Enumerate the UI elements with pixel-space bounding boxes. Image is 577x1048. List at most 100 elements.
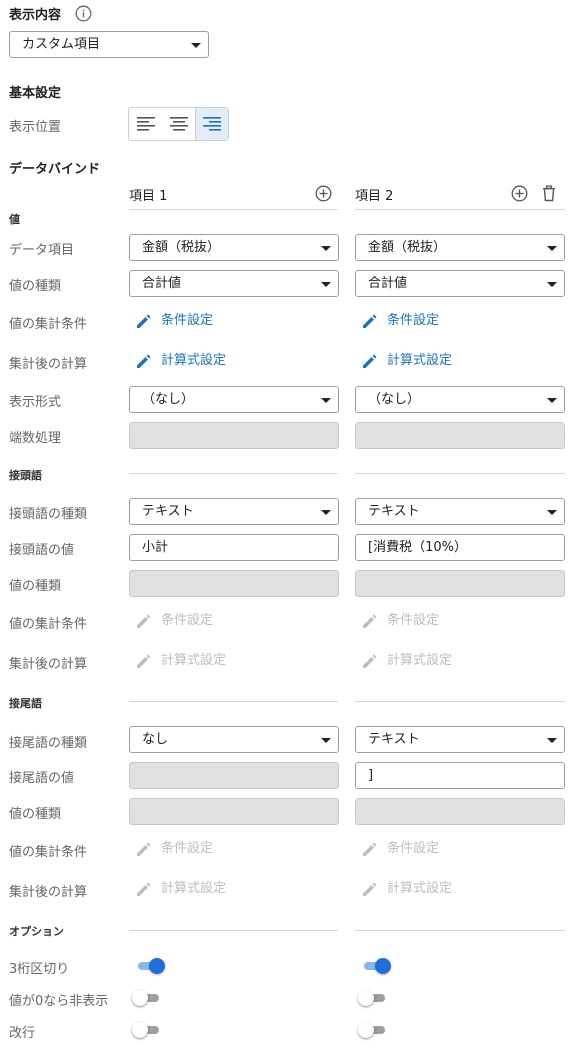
col1-prefix-condition-label: 条件設定 (161, 613, 214, 628)
col1-suffix-formula-label: 計算式設定 (161, 881, 227, 896)
pencil-icon (363, 654, 377, 668)
col2-prefix-condition-label: 条件設定 (387, 613, 440, 628)
add-item-button-2[interactable] (511, 185, 528, 206)
chevron-down-icon (321, 282, 331, 287)
prefix-agg-condition-label: 値の集計条件 (9, 617, 88, 632)
align-left-button[interactable] (129, 108, 162, 140)
hide-zero-label: 値が0なら非表示 (9, 994, 109, 1009)
col2-formula-link[interactable]: 計算式設定 (359, 351, 452, 371)
prefix-value-label: 接頭語の値 (9, 543, 75, 558)
agg-condition-label: 値の集計条件 (9, 317, 88, 332)
col1-suffix-type-select[interactable]: なし (129, 726, 339, 753)
col2-prefix-type-select[interactable]: テキスト (355, 498, 565, 525)
right-align-icon (203, 117, 221, 131)
pencil-icon (363, 842, 377, 856)
col1-data-item-value: 金額（税抜） (142, 240, 221, 255)
info-icon[interactable] (75, 5, 92, 26)
align-right-button[interactable] (195, 108, 228, 140)
col2-data-item-value: 金額（税抜） (368, 240, 447, 255)
prefix-section-title: 接頭語 (9, 469, 42, 482)
col2-condition-link[interactable]: 条件設定 (359, 311, 439, 331)
col2-prefix-value-input[interactable]: [消費税（10%） (355, 534, 565, 561)
col2-display-format-select[interactable]: （なし） (355, 386, 565, 413)
col1-prefix-formula-label: 計算式設定 (161, 653, 227, 668)
col2-formula-link-label: 計算式設定 (387, 353, 453, 368)
col2-thousands-sep-toggle[interactable] (361, 956, 391, 976)
col1-suffix-formula-link: 計算式設定 (133, 879, 226, 899)
pencil-icon (137, 882, 151, 896)
col1-hide-zero-toggle[interactable] (132, 988, 162, 1008)
col2-suffix-value-type-field (355, 798, 565, 825)
col2-display-format-value: （なし） (368, 392, 421, 407)
col1-display-format-select[interactable]: （なし） (129, 386, 339, 413)
align-center-button[interactable] (162, 108, 195, 140)
col1-prefix-value-type-field (129, 570, 339, 597)
rounding-label: 端数処理 (9, 431, 62, 446)
col2-value-type-value: 合計値 (368, 276, 408, 291)
suffix-type-label: 接尾語の種類 (9, 736, 88, 751)
col1-prefix-type-select[interactable]: テキスト (129, 498, 339, 525)
col2-suffix-value-input[interactable]: ] (355, 762, 565, 789)
col2-suffix-type-select[interactable]: テキスト (355, 726, 565, 753)
left-align-icon (136, 117, 155, 131)
col2-suffix-type-value: テキスト (368, 732, 420, 747)
col1-suffix-condition-link: 条件設定 (133, 839, 213, 859)
display-content-select[interactable]: カスタム項目 (9, 31, 209, 58)
col1-suffix-type-value: なし (142, 732, 169, 747)
col2-suffix-condition-link: 条件設定 (359, 839, 439, 859)
prefix-type-label: 接頭語の種類 (9, 507, 88, 522)
col2-suffix-condition-label: 条件設定 (387, 841, 440, 856)
col1-suffix-value-type-field (129, 798, 339, 825)
col2-data-item-select[interactable]: 金額（税抜） (355, 234, 565, 261)
suffix-value-type-label: 値の種類 (9, 807, 62, 822)
pencil-icon (363, 314, 377, 328)
col1-value-type-value: 合計値 (142, 276, 182, 291)
value-type-label: 値の種類 (9, 279, 62, 294)
pencil-icon (137, 654, 151, 668)
chevron-down-icon (321, 246, 331, 251)
col1-condition-link-label: 条件設定 (161, 313, 214, 328)
thousands-sep-label: 3桁区切り (9, 962, 70, 977)
post-calc-label: 集計後の計算 (9, 357, 88, 372)
col1-line-break-toggle[interactable] (132, 1020, 162, 1040)
col2-prefix-value-type-field (355, 570, 565, 597)
column-1-header: 項目 1 (129, 189, 168, 204)
delete-item-button[interactable] (542, 185, 556, 206)
chevron-down-icon (547, 246, 557, 251)
databind-title: データバインド (9, 162, 101, 177)
suffix-section-title: 接尾語 (9, 697, 42, 710)
value-section-title: 値 (9, 213, 20, 226)
col2-prefix-type-value: テキスト (368, 504, 420, 519)
display-content-title: 表示内容 (9, 8, 62, 23)
add-item-button[interactable] (315, 185, 332, 206)
pencil-icon (137, 354, 151, 368)
col2-condition-link-label: 条件設定 (387, 313, 440, 328)
col2-line-break-toggle[interactable] (358, 1020, 388, 1040)
pencil-icon (363, 354, 377, 368)
col1-rounding-field (129, 422, 339, 449)
col2-prefix-formula-link: 計算式設定 (359, 651, 452, 671)
col1-data-item-select[interactable]: 金額（税抜） (129, 234, 339, 261)
chevron-down-icon (547, 510, 557, 515)
col2-hide-zero-toggle[interactable] (358, 988, 388, 1008)
chevron-down-icon (321, 738, 331, 743)
col1-condition-link[interactable]: 条件設定 (133, 311, 213, 331)
col2-rounding-field (355, 422, 565, 449)
prefix-post-calc-label: 集計後の計算 (9, 657, 88, 672)
col1-value-type-select[interactable]: 合計値 (129, 270, 339, 297)
chevron-down-icon (321, 510, 331, 515)
chevron-down-icon (547, 738, 557, 743)
col1-prefix-formula-link: 計算式設定 (133, 651, 226, 671)
col2-prefix-condition-link: 条件設定 (359, 611, 439, 631)
col2-value-type-select[interactable]: 合計値 (355, 270, 565, 297)
suffix-post-calc-label: 集計後の計算 (9, 885, 88, 900)
center-align-icon (169, 117, 188, 131)
col1-formula-link[interactable]: 計算式設定 (133, 351, 226, 371)
col2-suffix-formula-label: 計算式設定 (387, 881, 453, 896)
add-circle-icon (315, 185, 332, 202)
display-position-label: 表示位置 (9, 120, 62, 135)
col1-prefix-value-input[interactable]: 小計 (129, 534, 339, 561)
add-circle-icon (511, 185, 528, 202)
col1-thousands-sep-toggle[interactable] (135, 956, 165, 976)
display-format-label: 表示形式 (9, 395, 62, 410)
